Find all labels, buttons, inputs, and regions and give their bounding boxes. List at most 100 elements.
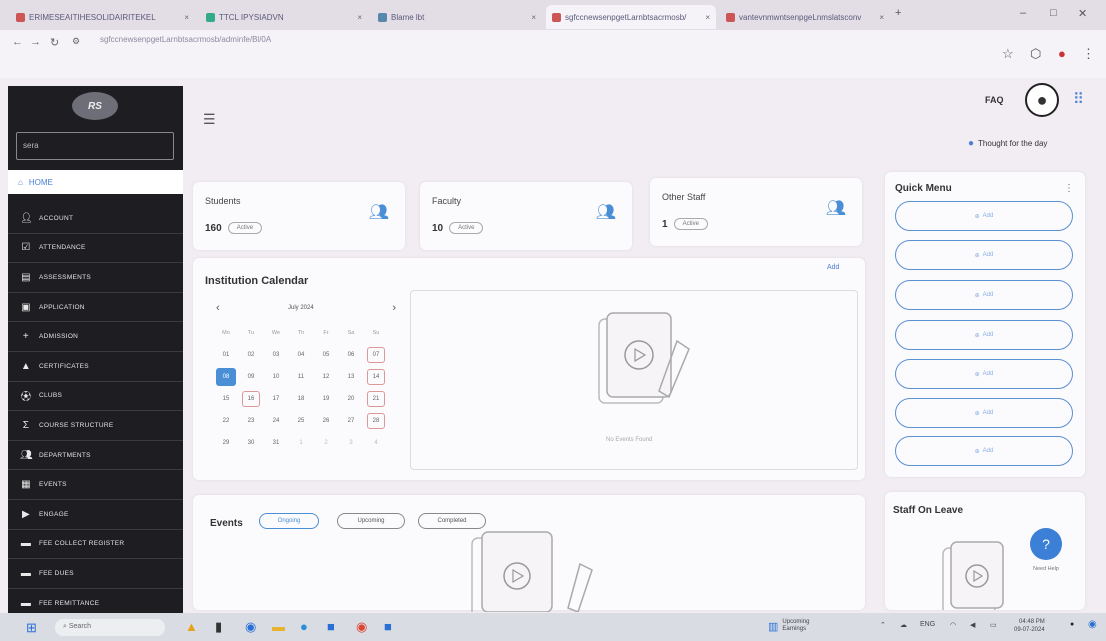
calendar-day[interactable]: 27: [339, 410, 363, 432]
sidebar-item-application[interactable]: ▣ APPLICATION: [8, 293, 183, 323]
sidebar-item-attendance[interactable]: ☑ ATTENDANCE: [8, 234, 183, 264]
sidebar-search-input[interactable]: sera: [16, 132, 174, 160]
tray-chevron-icon[interactable]: ⌃: [880, 621, 886, 629]
sidebar-item-events[interactable]: ▦ EVENTS: [8, 470, 183, 500]
volume-icon[interactable]: ◀: [970, 621, 975, 629]
calendar-day[interactable]: 21: [367, 391, 385, 407]
sidebar-item-home[interactable]: ⌂ HOME: [8, 170, 183, 194]
browser-tab[interactable]: vantevnmwntsenpgeLnmslatsconv ×: [720, 5, 890, 29]
wifi-icon[interactable]: ◠: [950, 621, 956, 629]
calendar-day[interactable]: 25: [289, 410, 313, 432]
next-month-icon[interactable]: ›: [392, 302, 396, 314]
site-info-icon[interactable]: ⚙: [72, 36, 80, 47]
quick-menu-add-button[interactable]: ⊕ Add: [895, 436, 1073, 466]
cloud-icon[interactable]: ☁: [900, 621, 907, 629]
copilot-icon[interactable]: ◉: [1088, 619, 1097, 630]
calendar-day[interactable]: 28: [367, 413, 385, 429]
windows-start-icon[interactable]: ⊞: [26, 620, 37, 636]
calendar-day[interactable]: 07: [367, 347, 385, 363]
faq-link[interactable]: FAQ: [985, 95, 1004, 105]
quick-menu-add-button[interactable]: ⊕ Add: [895, 240, 1073, 270]
calendar-day[interactable]: 20: [339, 388, 363, 410]
sidebar-item-assessments[interactable]: ▤ ASSESSMENTS: [8, 263, 183, 293]
calendar-day[interactable]: 19: [314, 388, 338, 410]
taskbar-clock[interactable]: 04:48 PM 09-07-2024: [1014, 618, 1045, 634]
sidebar-item-certificates[interactable]: ▲ CERTIFICATES: [8, 352, 183, 382]
calendar-day[interactable]: 14: [367, 369, 385, 385]
institution-logo[interactable]: RS: [72, 92, 118, 120]
extensions-icon[interactable]: ⬡: [1030, 46, 1041, 62]
browser-menu-icon[interactable]: ⋮: [1082, 46, 1095, 62]
filter-ongoing-button[interactable]: Ongoing: [259, 513, 319, 529]
calendar-day[interactable]: 2: [314, 432, 338, 454]
browser-tab[interactable]: Blame lbt ×: [372, 5, 542, 29]
user-avatar[interactable]: ●: [1025, 83, 1059, 117]
calendar-day-today[interactable]: 08: [216, 368, 236, 386]
filter-upcoming-button[interactable]: Upcoming: [337, 513, 405, 529]
close-window-icon[interactable]: ✕: [1078, 7, 1087, 20]
calendar-day[interactable]: 3: [339, 432, 363, 454]
calendar-day[interactable]: 10: [264, 366, 288, 388]
calendar-day[interactable]: 09: [239, 366, 263, 388]
language-indicator[interactable]: ENG: [920, 621, 935, 628]
quick-menu-add-button[interactable]: ⊕ Add: [895, 280, 1073, 310]
quick-menu-add-button[interactable]: ⊕ Add: [895, 320, 1073, 350]
sidebar-item-course-structure[interactable]: Σ COURSE STRUCTURE: [8, 411, 183, 441]
file-explorer-icon[interactable]: ▬: [272, 619, 285, 634]
filter-completed-button[interactable]: Completed: [418, 513, 486, 529]
calendar-day[interactable]: 26: [314, 410, 338, 432]
add-event-link[interactable]: Add: [827, 264, 839, 271]
battery-icon[interactable]: ▭: [990, 621, 997, 629]
widgets-icon[interactable]: ▲: [185, 619, 198, 634]
app-icon[interactable]: ■: [384, 619, 392, 634]
apps-grid-icon[interactable]: ⠿: [1073, 90, 1084, 108]
thought-for-the-day[interactable]: ● Thought for the day: [968, 138, 1047, 149]
help-button[interactable]: ?: [1030, 528, 1062, 560]
calendar-day[interactable]: 17: [264, 388, 288, 410]
url-field[interactable]: sgfccnewsenpgetLarnbtsacrmosb/adminfe/Bl…: [100, 35, 271, 44]
close-tab-icon[interactable]: ×: [531, 13, 536, 22]
store-icon[interactable]: ■: [327, 619, 335, 634]
calendar-day[interactable]: 11: [289, 366, 313, 388]
more-options-icon[interactable]: ⋮: [1064, 183, 1074, 194]
close-tab-icon[interactable]: ×: [879, 13, 884, 22]
calendar-day[interactable]: 24: [264, 410, 288, 432]
forward-icon[interactable]: →: [30, 36, 41, 48]
back-icon[interactable]: ←: [12, 36, 23, 48]
calendar-day[interactable]: 03: [264, 344, 288, 366]
quick-menu-add-button[interactable]: ⊕ Add: [895, 398, 1073, 428]
taskbar-search-input[interactable]: ⌕ Search: [55, 619, 165, 636]
chrome-icon[interactable]: ◉: [356, 619, 367, 635]
calendar-day[interactable]: 4: [364, 432, 388, 454]
prev-month-icon[interactable]: ‹: [216, 302, 220, 314]
sidebar-item-departments[interactable]: 👥︎ DEPARTMENTS: [8, 441, 183, 471]
calendar-day[interactable]: 02: [239, 344, 263, 366]
sidebar-item-account[interactable]: 👤︎ ACCOUNT: [8, 204, 183, 234]
calendar-day[interactable]: 30: [239, 432, 263, 454]
calendar-day[interactable]: 05: [314, 344, 338, 366]
close-tab-icon[interactable]: ×: [357, 13, 362, 22]
notification-bell-icon[interactable]: ●: [1070, 621, 1074, 628]
quick-menu-add-button[interactable]: ⊕ Add: [895, 201, 1073, 231]
calendar-day[interactable]: 04: [289, 344, 313, 366]
calendar-day[interactable]: 06: [339, 344, 363, 366]
calendar-day[interactable]: 29: [214, 432, 238, 454]
sidebar-item-engage[interactable]: ▶ ENGAGE: [8, 500, 183, 530]
mail-icon[interactable]: ●: [300, 619, 308, 634]
profile-icon[interactable]: ●: [1058, 46, 1066, 61]
edge-icon[interactable]: ◉: [245, 619, 256, 635]
calendar-day[interactable]: 18: [289, 388, 313, 410]
stat-card-students[interactable]: Students 160 Active 👥︎: [193, 182, 405, 250]
sidebar-item-fee-collect-register[interactable]: ▬ FEE COLLECT REGISTER: [8, 530, 183, 560]
new-tab-icon[interactable]: +: [895, 7, 901, 19]
calendar-day[interactable]: 01: [214, 344, 238, 366]
stat-card-faculty[interactable]: Faculty 10 Active 👥︎: [420, 182, 632, 250]
calendar-day[interactable]: 22: [214, 410, 238, 432]
sidebar-item-fee-dues[interactable]: ▬ FEE DUES: [8, 559, 183, 589]
bookmark-star-icon[interactable]: ☆: [1002, 46, 1014, 62]
stat-card-other-staff[interactable]: Other Staff 1 Active 👥︎: [650, 178, 862, 246]
calendar-day[interactable]: 15: [214, 388, 238, 410]
sidebar-item-clubs[interactable]: ⚽︎ CLUBS: [8, 382, 183, 412]
calendar-day[interactable]: 23: [239, 410, 263, 432]
calendar-day[interactable]: 13: [339, 366, 363, 388]
